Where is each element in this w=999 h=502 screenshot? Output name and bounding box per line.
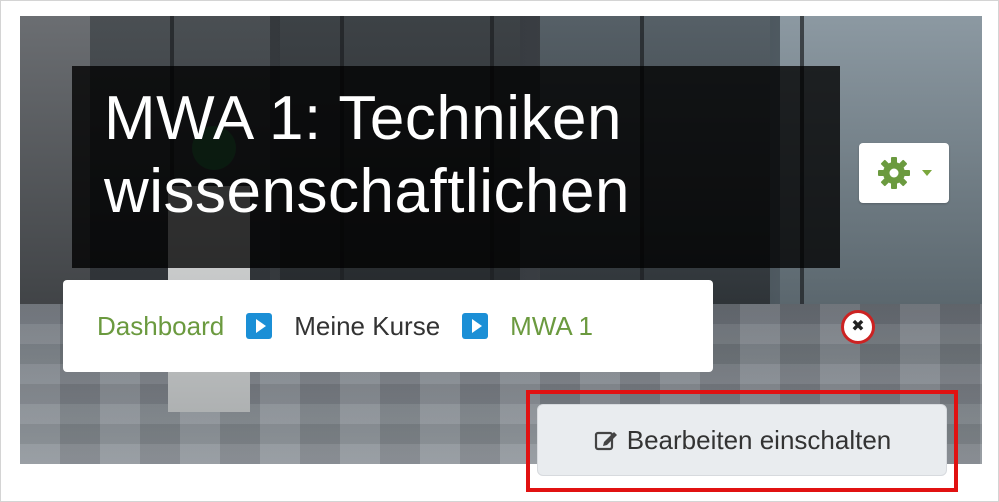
no-entry-sign-icon: ✖ (841, 310, 875, 344)
breadcrumb-my-courses[interactable]: Meine Kurse (294, 311, 440, 342)
course-settings-menu-button[interactable] (859, 143, 949, 203)
gear-icon (878, 157, 910, 189)
course-title-line-1: MWA 1: Techniken (104, 84, 623, 153)
chevron-down-icon (922, 170, 932, 176)
course-title-line-2: wissenschaftlichen (104, 157, 630, 226)
breadcrumb-separator-icon (462, 313, 489, 339)
edit-icon (594, 431, 617, 451)
breadcrumb-separator-icon (246, 313, 273, 339)
breadcrumb-course-link[interactable]: MWA 1 (510, 311, 593, 342)
turn-editing-on-button[interactable]: Bearbeiten einschalten (537, 404, 947, 476)
breadcrumb: Dashboard Meine Kurse MWA 1 (63, 280, 713, 372)
breadcrumb-dashboard-link[interactable]: Dashboard (97, 311, 224, 342)
turn-editing-on-label: Bearbeiten einschalten (626, 424, 892, 455)
course-title: MWA 1: Techniken wissenschaftlichen (104, 82, 824, 228)
